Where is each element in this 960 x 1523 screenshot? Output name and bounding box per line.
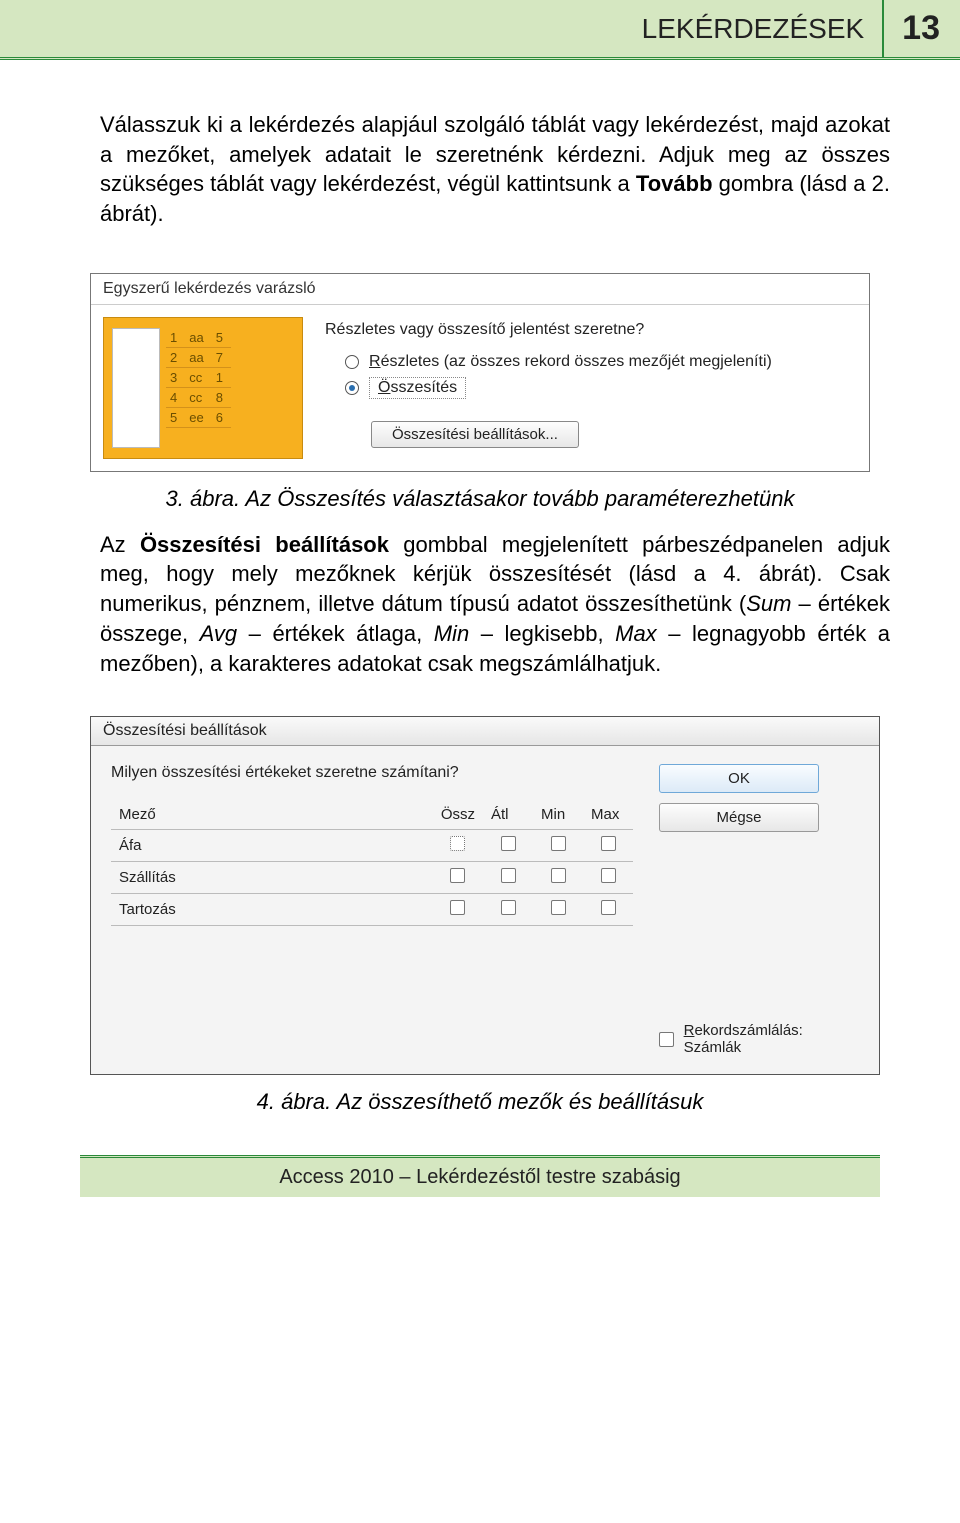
main-content: Válasszuk ki a lekérdezés alapjául szolg…	[0, 60, 960, 257]
wizard-body: 1aa5 2aa7 3cc1 4cc8 5ee6 Részletes vagy …	[91, 305, 869, 471]
table-row: 1aa5	[166, 328, 231, 348]
table-row: Tartozás	[111, 894, 633, 926]
table-row: 2aa7	[166, 347, 231, 367]
table-header-row: Mező Össz Átl Min Max	[111, 800, 633, 830]
table-row: Áfa	[111, 830, 633, 862]
page-header: LEKÉRDEZÉSEK 13	[0, 0, 960, 60]
paragraph-2: Az Összesítési beállítások gombbal megje…	[100, 530, 890, 678]
summary-left: Milyen összesítési értékeket szeretne sz…	[111, 764, 633, 1056]
paragraph-1: Válasszuk ki a lekérdezés alapjául szolg…	[100, 110, 890, 229]
figure-4-caption: 4. ábra. Az összesíthető mezők és beállí…	[0, 1089, 960, 1115]
header-title: LEKÉRDEZÉSEK	[642, 13, 865, 45]
checkbox[interactable]	[551, 868, 566, 883]
preview-sheet-icon	[112, 328, 160, 448]
para1-bold: Tovább	[636, 171, 713, 196]
checkbox[interactable]	[450, 900, 465, 915]
checkbox[interactable]	[659, 1032, 674, 1047]
radio-icon	[345, 355, 359, 369]
summary-dialog-title: Összesítési beállítások	[91, 717, 879, 746]
summary-options-button[interactable]: Összesítési beállítások...	[371, 421, 579, 448]
checkbox[interactable]	[601, 868, 616, 883]
checkbox[interactable]	[551, 836, 566, 851]
checkbox[interactable]	[601, 836, 616, 851]
wizard-dialog: Egyszerű lekérdezés varázsló 1aa5 2aa7 3…	[90, 273, 870, 472]
checkbox[interactable]	[501, 836, 516, 851]
option-summary[interactable]: Összesítés	[345, 377, 857, 399]
checkbox[interactable]	[551, 900, 566, 915]
option-detailed[interactable]: Részletes (az összes rekord összes mezőj…	[345, 353, 857, 371]
summary-dialog-body: Milyen összesítési értékeket szeretne sz…	[91, 746, 879, 1074]
paragraph-2-block: Az Összesítési beállítások gombbal megje…	[0, 530, 960, 706]
preview-table: 1aa5 2aa7 3cc1 4cc8 5ee6	[166, 328, 231, 428]
table-row: 5ee6	[166, 407, 231, 427]
wizard-titlebar: Egyszerű lekérdezés varázsló	[91, 274, 869, 305]
summary-right: OK Mégse Rekordszámlálás: Számlák	[659, 764, 859, 1056]
page-footer: Access 2010 – Lekérdezéstől testre szabá…	[80, 1155, 880, 1197]
page-number-box: 13	[882, 0, 940, 57]
table-row: 4cc8	[166, 387, 231, 407]
table-row: Szállítás	[111, 862, 633, 894]
checkbox[interactable]	[450, 836, 465, 851]
wizard-options: Részletes vagy összesítő jelentést szere…	[325, 317, 857, 459]
cancel-button[interactable]: Mégse	[659, 803, 819, 832]
radio-icon	[345, 381, 359, 395]
checkbox[interactable]	[501, 868, 516, 883]
summary-table: Mező Össz Átl Min Max Áfa Szállítás	[111, 800, 633, 926]
checkbox[interactable]	[450, 868, 465, 883]
table-row: 3cc1	[166, 367, 231, 387]
summary-options-dialog: Összesítési beállítások Milyen összesíté…	[90, 716, 880, 1075]
checkbox[interactable]	[501, 900, 516, 915]
figure-3-caption: 3. ábra. Az Összesítés választásakor tov…	[0, 486, 960, 512]
wizard-question: Részletes vagy összesítő jelentést szere…	[325, 321, 857, 339]
page-number: 13	[902, 9, 940, 48]
checkbox[interactable]	[601, 900, 616, 915]
ok-button[interactable]: OK	[659, 764, 819, 793]
record-count-option[interactable]: Rekordszámlálás: Számlák	[659, 1022, 859, 1056]
summary-question: Milyen összesítési értékeket szeretne sz…	[111, 764, 633, 782]
wizard-preview: 1aa5 2aa7 3cc1 4cc8 5ee6	[103, 317, 303, 459]
